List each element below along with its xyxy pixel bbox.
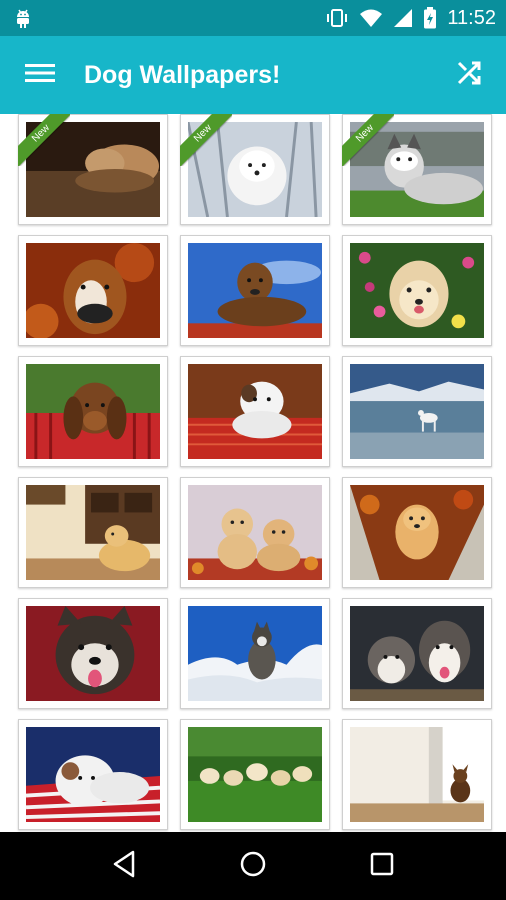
wallpaper-card-yorkie-with-flowers[interactable]	[342, 235, 492, 346]
vibrate-icon	[325, 8, 349, 28]
shuffle-button[interactable]	[432, 36, 506, 114]
app-bar: Dog Wallpapers!	[0, 36, 506, 114]
recents-button[interactable]	[352, 836, 412, 896]
wallpaper-card-puppies-on-grass[interactable]	[180, 719, 330, 830]
signal-icon	[393, 8, 413, 28]
wallpaper-card-samoyed-in-snow[interactable]: New	[180, 114, 330, 225]
wallpaper-card-dalmatian-on-beach[interactable]	[342, 356, 492, 467]
wallpaper-thumbnail	[350, 485, 484, 580]
wallpaper-card-two-golden-puppies[interactable]	[180, 477, 330, 588]
wallpaper-grid-area[interactable]: New New New	[0, 114, 506, 832]
wallpaper-card-bulldog-puppy-blanket[interactable]	[180, 356, 330, 467]
wallpaper-thumbnail	[188, 606, 322, 701]
wallpaper-thumbnail	[350, 606, 484, 701]
wallpaper-card-bulldog-flag-blanket[interactable]	[18, 719, 168, 830]
wallpaper-card-bloodhound-puppy-fence[interactable]	[18, 356, 168, 467]
wallpaper-thumbnail	[350, 122, 484, 217]
wallpaper-thumbnail	[26, 606, 160, 701]
wallpaper-thumbnail	[350, 727, 484, 822]
page-title: Dog Wallpapers!	[84, 60, 281, 89]
wallpaper-card-husky-puppy-snow[interactable]	[180, 598, 330, 709]
back-icon	[111, 850, 137, 883]
wallpaper-card-boxer-autumn[interactable]	[18, 235, 168, 346]
wallpaper-card-malamute-puppy-face[interactable]	[18, 598, 168, 709]
back-button[interactable]	[94, 836, 154, 896]
shuffle-icon	[456, 60, 482, 91]
wallpaper-thumbnail	[350, 364, 484, 459]
wallpaper-card-terrier-lying-blue-sky[interactable]	[180, 235, 330, 346]
battery-charging-icon	[423, 7, 437, 29]
wallpaper-thumbnail	[188, 727, 322, 822]
home-icon	[239, 850, 267, 883]
menu-icon	[25, 63, 55, 88]
wallpaper-grid: New New New	[18, 114, 492, 830]
wallpaper-thumbnail	[188, 243, 322, 338]
home-button[interactable]	[223, 836, 283, 896]
wallpaper-card-shar-pei-on-couch[interactable]: New	[18, 114, 168, 225]
wallpaper-thumbnail	[188, 364, 322, 459]
status-bar: 11:52	[0, 0, 506, 36]
wallpaper-thumbnail	[188, 122, 322, 217]
wallpaper-thumbnail	[350, 243, 484, 338]
wallpaper-card-husky-standing[interactable]: New	[342, 114, 492, 225]
wallpaper-card-golden-puppy-in-tree[interactable]	[342, 477, 492, 588]
wallpaper-thumbnail	[188, 485, 322, 580]
wallpaper-card-chihuahua-by-window[interactable]	[342, 719, 492, 830]
status-icons: 11:52	[325, 7, 496, 30]
wallpaper-thumbnail	[26, 122, 160, 217]
wallpaper-card-golden-puppy-in-room[interactable]	[18, 477, 168, 588]
wallpaper-thumbnail	[26, 243, 160, 338]
navigation-bar	[0, 832, 506, 900]
wallpaper-card-two-husky-puppies[interactable]	[342, 598, 492, 709]
status-time: 11:52	[447, 6, 496, 29]
wifi-icon	[359, 8, 383, 28]
menu-button[interactable]	[0, 36, 80, 114]
wallpaper-thumbnail	[26, 485, 160, 580]
recents-icon	[369, 851, 395, 882]
wallpaper-thumbnail	[26, 364, 160, 459]
wallpaper-thumbnail	[26, 727, 160, 822]
android-robot-icon	[14, 8, 32, 28]
